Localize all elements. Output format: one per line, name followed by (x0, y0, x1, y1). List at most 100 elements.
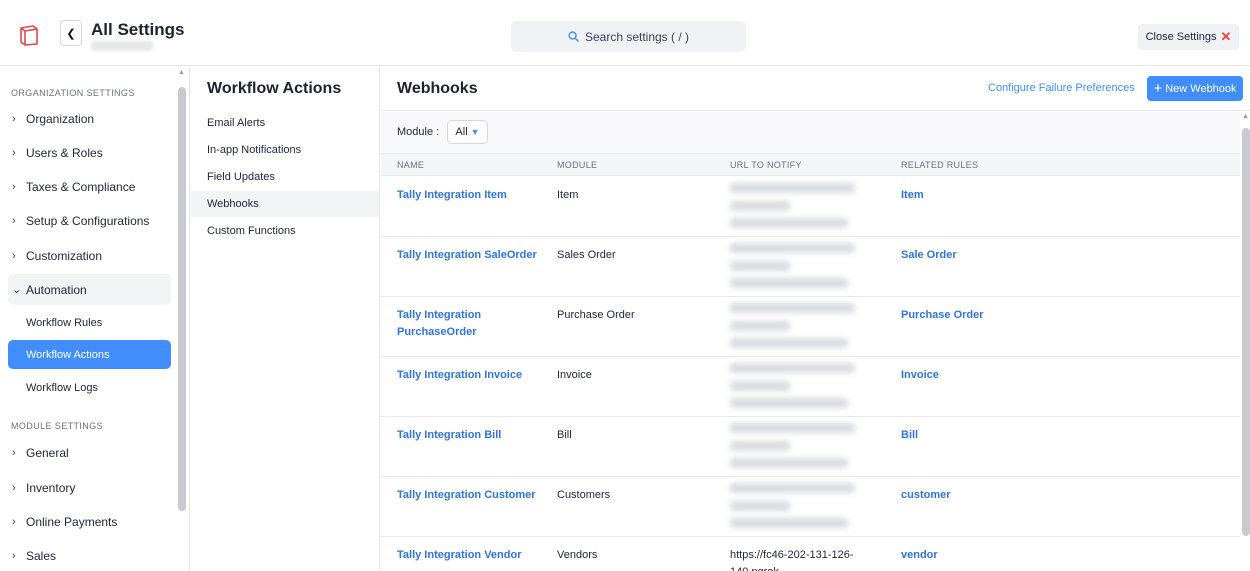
close-settings-button[interactable]: Close Settings ✕ (1138, 24, 1239, 50)
sidebar-item-customization[interactable]: › Customization (8, 240, 171, 271)
column-header-url[interactable]: URL TO NOTIFY (730, 160, 802, 170)
table-row[interactable]: Tally Integration Bill Bill Bill (381, 417, 1240, 477)
sidebar-item-label: General (26, 445, 69, 460)
sidebar-item-organization[interactable]: › Organization (8, 103, 171, 134)
module-filter-value: All (455, 126, 468, 138)
column-header-related-rules[interactable]: RELATED RULES (901, 160, 978, 170)
search-icon (568, 31, 579, 42)
sidebar-item-general[interactable]: › General (8, 437, 171, 468)
close-settings-label: Close Settings (1145, 31, 1217, 43)
workflow-actions-panel: Workflow Actions Email Alerts In-app Not… (191, 67, 380, 571)
chevron-right-icon: › (12, 515, 16, 528)
chevron-right-icon: › (12, 249, 16, 262)
table-row[interactable]: Tally Integration SaleOrder Sales Order … (381, 237, 1240, 297)
webhook-name-link[interactable]: Tally Integration SaleOrder (397, 247, 537, 264)
sidebar-item-label: Inventory (26, 480, 76, 495)
related-rule-link[interactable]: Invoice (901, 367, 1101, 384)
webhook-name-link[interactable]: Tally Integration Vendor (397, 547, 537, 564)
chevron-down-icon: ▼ (470, 127, 480, 137)
sidebar-item-setup-configurations[interactable]: › Setup & Configurations (8, 205, 171, 236)
module-filter-select[interactable]: All ▼ (447, 120, 488, 144)
webhook-module: Bill (557, 429, 572, 441)
back-button[interactable]: ❮ (60, 20, 82, 46)
sidebar-item-taxes-compliance[interactable]: › Taxes & Compliance (8, 171, 171, 202)
webhook-name-link[interactable]: Tally Integration Bill (397, 427, 537, 444)
configure-failure-preferences-link[interactable]: Configure Failure Preferences (988, 82, 1135, 94)
column-header-name[interactable]: NAME (397, 160, 424, 170)
main-header: Webhooks Configure Failure Preferences +… (381, 67, 1250, 111)
table-row[interactable]: Tally Integration Vendor Vendors https:/… (381, 537, 1240, 571)
section-heading-organization: ORGANIZATION SETTINGS (11, 88, 135, 98)
webhook-url-redacted (730, 241, 858, 293)
sidebar-item-label: Online Payments (26, 514, 118, 529)
sidebar-item-label: Taxes & Compliance (26, 179, 136, 194)
chevron-down-icon: ⌄ (12, 284, 22, 296)
sidebar-item-automation[interactable]: ⌄ Automation (8, 274, 171, 305)
webhook-name-link[interactable]: Tally Integration Customer (397, 487, 537, 504)
plus-icon: + (1153, 80, 1163, 97)
webhook-name-link[interactable]: Tally Integration Item (397, 187, 537, 204)
webhook-module: Item (557, 189, 579, 201)
sidebar-subitem-workflow-rules[interactable]: Workflow Rules (8, 308, 171, 337)
webhooks-main: Webhooks Configure Failure Preferences +… (381, 67, 1250, 571)
book-logo-icon[interactable] (18, 24, 40, 46)
related-rule-link[interactable]: customer (901, 487, 1101, 504)
webhook-url-redacted (730, 481, 858, 533)
chevron-right-icon: › (12, 146, 16, 159)
webhook-url-redacted (730, 421, 858, 473)
sidebar-item-inventory[interactable]: › Inventory (8, 472, 171, 503)
sidebar-item-label: Organization (26, 111, 95, 126)
webhook-name-link[interactable]: Tally Integration PurchaseOrder (397, 307, 507, 341)
webhook-module: Vendors (557, 549, 598, 561)
webhook-module: Customers (557, 489, 611, 501)
wf-item-field-updates[interactable]: Field Updates (191, 164, 379, 190)
new-webhook-label: New Webhook (1165, 82, 1237, 95)
main-title: Webhooks (397, 80, 478, 97)
sidebar-item-label: Users & Roles (26, 145, 103, 160)
table-row[interactable]: Tally Integration Customer Customers cus… (381, 477, 1240, 537)
sidebar-item-label: Automation (26, 282, 87, 297)
chevron-right-icon: › (12, 446, 16, 459)
wf-item-webhooks[interactable]: Webhooks (191, 191, 379, 217)
table-scrollbar[interactable] (1242, 128, 1250, 536)
sidebar-subitem-workflow-actions[interactable]: Workflow Actions (8, 340, 171, 369)
chevron-right-icon: › (12, 549, 16, 562)
new-webhook-button[interactable]: + New Webhook (1147, 76, 1243, 101)
column-header-module[interactable]: MODULE (557, 160, 597, 170)
search-settings-input[interactable]: Search settings ( / ) (511, 21, 746, 52)
table-row[interactable]: Tally Integration Item Item Item (381, 177, 1240, 237)
sidebar-item-sales[interactable]: › Sales (8, 540, 171, 571)
wf-item-in-app-notifications[interactable]: In-app Notifications (191, 137, 379, 163)
module-filter-label: Module : (397, 126, 440, 138)
table-row[interactable]: Tally Integration Invoice Invoice Invoic… (381, 357, 1240, 417)
table-row[interactable]: Tally Integration PurchaseOrder Purchase… (381, 297, 1240, 357)
organization-name-redacted (91, 41, 153, 51)
sidebar-item-users-roles[interactable]: › Users & Roles (8, 137, 171, 168)
sidebar-scrollbar[interactable] (178, 87, 186, 511)
webhook-name-link[interactable]: Tally Integration Invoice (397, 367, 537, 384)
related-rule-link[interactable]: Sale Order (901, 247, 1101, 264)
chevron-left-icon: ❮ (66, 27, 76, 40)
sidebar-item-label: Setup & Configurations (26, 213, 150, 228)
wf-item-email-alerts[interactable]: Email Alerts (191, 110, 379, 136)
related-rule-link[interactable]: Bill (901, 427, 1101, 444)
webhook-url: https://fc46-202-131-126-140.ngrok- (730, 549, 854, 571)
workflow-actions-title: Workflow Actions (207, 80, 342, 97)
related-rule-link[interactable]: Item (901, 187, 1101, 204)
webhook-module: Sales Order (557, 249, 616, 261)
sidebar-subitem-workflow-logs[interactable]: Workflow Logs (8, 373, 171, 402)
chevron-right-icon: › (12, 214, 16, 227)
scroll-up-arrow-icon[interactable]: ▲ (178, 69, 185, 76)
sidebar-item-online-payments[interactable]: › Online Payments (8, 506, 171, 537)
filter-bar: Module : All ▼ (381, 112, 1240, 153)
sidebar-item-label: Customization (26, 248, 103, 263)
wf-item-custom-functions[interactable]: Custom Functions (191, 218, 379, 244)
settings-sidebar: ORGANIZATION SETTINGS › Organization › U… (0, 67, 190, 571)
webhook-url-redacted (730, 361, 858, 413)
webhook-url-redacted (730, 181, 858, 233)
related-rule-link[interactable]: Purchase Order (901, 307, 1101, 324)
webhook-module: Purchase Order (557, 309, 635, 321)
scroll-up-arrow-icon[interactable]: ▲ (1242, 113, 1249, 120)
top-bar: ❮ All Settings Search settings ( / ) Clo… (0, 0, 1250, 66)
related-rule-link[interactable]: vendor (901, 547, 1101, 564)
